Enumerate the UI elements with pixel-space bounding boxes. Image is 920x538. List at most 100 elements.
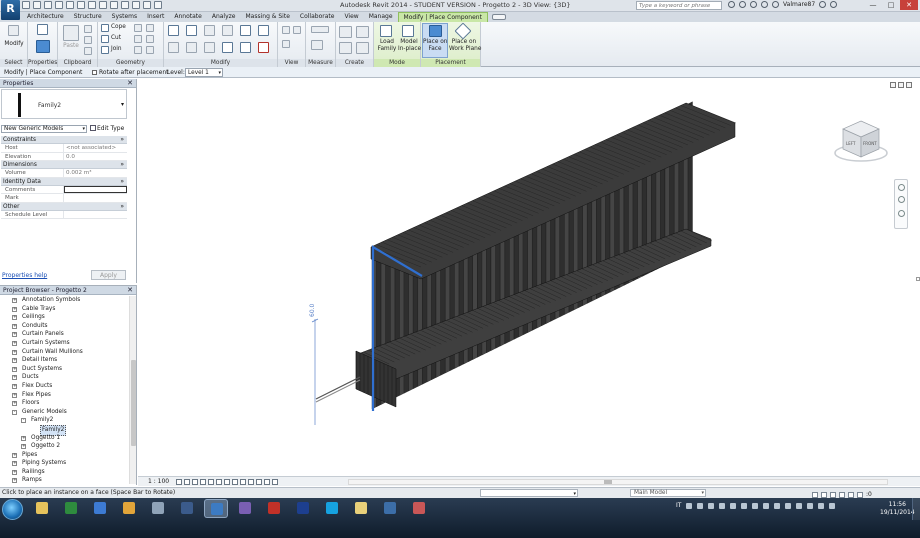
browser-item[interactable]: + Curtain Systems [0,339,128,348]
horizontal-scrollbar[interactable] [348,479,888,485]
minimize-button[interactable]: — [864,0,882,10]
taskbar-maxon[interactable] [233,499,257,518]
expand-icon[interactable]: + [12,358,17,364]
browser-item[interactable]: + Floors [0,399,128,408]
user-icon[interactable] [772,1,779,8]
collapse-icon[interactable]: » [120,178,124,186]
copy-element-icon[interactable] [186,42,197,53]
analytical-model-icon[interactable] [256,479,262,485]
pin-icon[interactable] [258,25,269,36]
network-icon[interactable] [763,502,770,509]
demolish-icon[interactable] [146,35,154,43]
expand-icon[interactable]: + [12,323,17,329]
tab-massing-site[interactable]: Massing & Site [241,12,295,22]
expand-icon[interactable]: + [12,392,17,398]
offset-icon[interactable] [186,25,197,36]
model-geometry[interactable] [315,101,737,411]
browser-item[interactable]: + Curtain Panels [0,330,128,339]
worksharing-icon[interactable] [272,479,278,485]
view-scale[interactable]: 1 : 100 [148,477,169,487]
taskbar-tool[interactable] [407,499,431,518]
workset-select[interactable] [480,489,578,499]
ribbon-toggle-icon[interactable] [491,14,506,20]
tray-app-icon[interactable] [697,502,704,509]
maximize-view-icon[interactable] [898,82,904,88]
section-icon[interactable] [110,1,118,9]
lock-view-icon[interactable] [232,479,238,485]
edit-type-button[interactable]: Edit Type [90,124,124,133]
place-on-workplane-button[interactable]: Place on Work Plane [449,39,481,52]
taskbar-bird-app[interactable] [146,499,170,518]
rotate-after-placement-checkbox[interactable] [92,70,97,75]
clock[interactable]: 11:56 19/11/2014 [880,501,915,517]
property-section[interactable]: Other » [1,202,127,211]
taskbar-photoshop[interactable] [291,499,315,518]
taskbar-media-player[interactable] [88,499,112,518]
tray-app-icon[interactable] [829,502,836,509]
taskbar-notes[interactable] [349,499,373,518]
zoom-icon[interactable] [898,196,905,203]
render-icon[interactable] [208,479,214,485]
collapse-icon[interactable]: » [120,203,124,211]
print-icon[interactable] [66,1,74,9]
pan-icon[interactable] [898,210,905,217]
tray-app-icon[interactable] [741,502,748,509]
model-inplace-button[interactable]: Model In-place [398,39,421,52]
property-value[interactable]: <not associated> [64,144,127,152]
modify-button[interactable]: Modify [3,41,25,48]
open-icon[interactable] [22,1,30,9]
create-assembly-icon[interactable] [339,26,352,38]
tab-structure[interactable]: Structure [69,12,107,22]
properties-help-link[interactable]: Properties help [2,272,47,279]
crop-view-icon[interactable] [216,479,222,485]
browser-item[interactable]: + Oggetto 2 [0,442,128,451]
split-icon[interactable] [240,25,251,36]
paste-icon[interactable] [63,25,79,41]
exchange-icon[interactable] [819,1,827,8]
delete-icon[interactable] [258,42,269,53]
temporary-dimension[interactable]: 60.0 [309,303,319,425]
expand-icon[interactable]: + [12,349,17,355]
start-button[interactable] [2,499,23,520]
save-icon[interactable] [33,1,41,9]
expand-icon[interactable]: + [12,478,17,484]
create-group-icon[interactable] [339,42,352,54]
property-section[interactable]: Constraints » [1,136,127,144]
expand-icon[interactable]: + [12,452,17,458]
tray-app-icon[interactable] [730,502,737,509]
property-value[interactable]: 0.0 [64,153,127,161]
3d-view-icon[interactable] [99,1,107,9]
expand-icon[interactable]: + [12,315,17,321]
search-icon[interactable] [728,1,735,8]
expand-icon[interactable]: + [12,401,17,407]
type-selector[interactable]: Family2 ▾ [1,89,127,119]
paste-button[interactable]: Paste [62,43,80,50]
property-value[interactable] [64,194,127,202]
browser-item[interactable]: + Cable Trays [0,305,128,314]
detail-level-icon[interactable] [176,479,182,485]
3d-viewport[interactable]: 60.0 LEFT FRONT [138,79,920,476]
restore-view-icon[interactable] [890,82,896,88]
tab-modify-place-component[interactable]: Modify | Place Component [397,12,488,22]
property-section[interactable]: Dimensions » [1,161,127,169]
browser-item[interactable]: + Flex Ducts [0,382,128,391]
browser-item[interactable]: + Pipes [0,451,128,460]
tab-view[interactable]: View [339,12,363,22]
align-icon[interactable] [168,25,179,36]
browser-item[interactable]: + Ramps [0,476,128,485]
language-indicator[interactable]: IT [676,502,681,509]
switch-windows-icon[interactable] [143,1,151,9]
expand-icon[interactable]: + [21,435,26,441]
user-name[interactable]: Valmare87 [783,1,815,8]
browser-item[interactable]: + Detail Items [0,356,128,365]
create-parts-icon[interactable] [356,26,369,38]
browser-item[interactable]: - Generic Models [0,408,128,417]
tray-app-icon[interactable] [807,502,814,509]
browser-item[interactable]: + Curtain Wall Mullions [0,348,128,357]
highlight-displacement-icon[interactable] [264,479,270,485]
load-family-icon[interactable] [380,25,392,37]
mirror-axis-icon[interactable] [204,25,215,36]
visual-style-icon[interactable] [184,479,190,485]
redo-icon[interactable] [55,1,63,9]
design-option-select[interactable]: Main Model [630,489,706,497]
